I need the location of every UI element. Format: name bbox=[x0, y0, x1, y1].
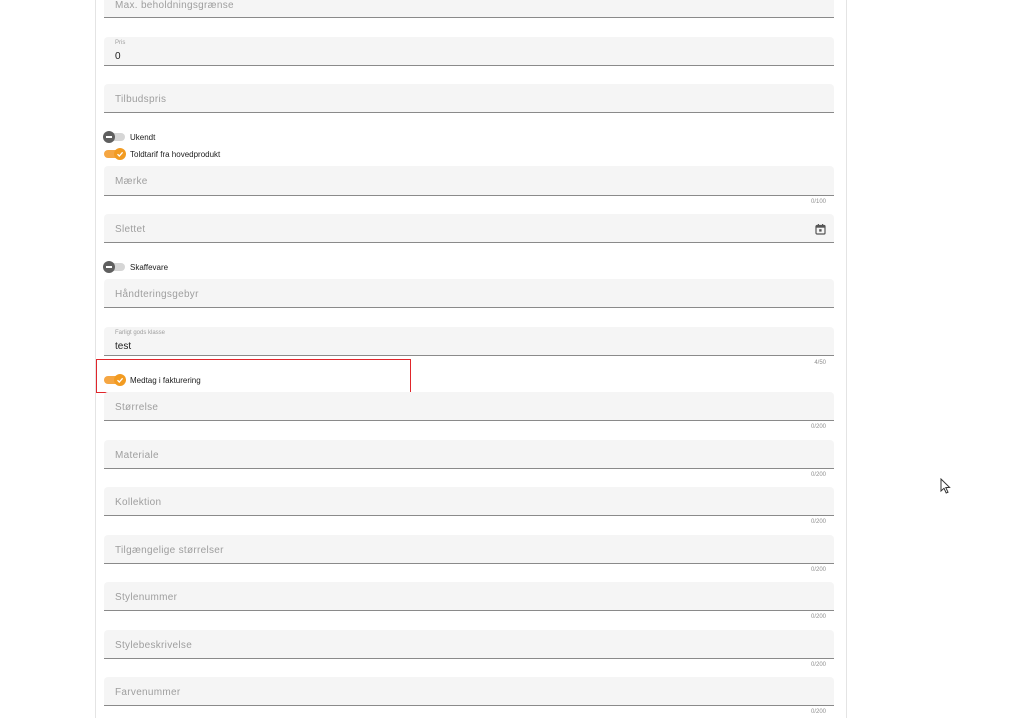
highlight-box bbox=[96, 359, 411, 393]
toggle-off-knob bbox=[103, 131, 115, 143]
deleted-date-field[interactable]: Slettet bbox=[104, 214, 834, 243]
material-counter: 0/200 bbox=[810, 472, 826, 478]
style-number-counter: 0/200 bbox=[810, 614, 826, 620]
size-field[interactable]: Størrelse bbox=[104, 392, 834, 421]
material-field[interactable]: Materiale bbox=[104, 440, 834, 469]
toggle-unknown-label: Ukendt bbox=[130, 132, 156, 142]
brand-placeholder: Mærke bbox=[115, 176, 148, 187]
price-label: Pris bbox=[115, 40, 126, 46]
dangerous-goods-field[interactable]: Farligt gods klasse test bbox=[104, 327, 834, 356]
max-stock-placeholder: Max. beholdningsgrænse bbox=[115, 0, 234, 11]
toggle-unknown[interactable]: Ukendt bbox=[103, 131, 156, 143]
color-number-field[interactable]: Farvenummer bbox=[104, 677, 834, 706]
handling-fee-field[interactable]: Håndteringsgebyr bbox=[104, 279, 834, 308]
check-icon bbox=[114, 148, 126, 160]
brand-field[interactable]: Mærke bbox=[104, 166, 834, 196]
dangerous-goods-value: test bbox=[115, 341, 132, 352]
toggle-unknown-switch[interactable] bbox=[103, 131, 125, 143]
color-number-placeholder: Farvenummer bbox=[115, 687, 181, 698]
collection-counter: 0/200 bbox=[810, 519, 826, 525]
color-number-counter: 0/200 bbox=[810, 709, 826, 715]
collection-placeholder: Kollektion bbox=[115, 497, 162, 508]
toggle-procurement-switch[interactable] bbox=[103, 261, 125, 273]
collection-field[interactable]: Kollektion bbox=[104, 487, 834, 516]
toggle-customs-tariff-switch[interactable] bbox=[104, 148, 126, 160]
style-description-counter: 0/200 bbox=[810, 662, 826, 668]
mouse-pointer-icon bbox=[940, 477, 951, 499]
offer-price-placeholder: Tilbudspris bbox=[115, 94, 167, 105]
style-number-placeholder: Stylenummer bbox=[115, 592, 178, 603]
style-number-field[interactable]: Stylenummer bbox=[104, 582, 834, 611]
deleted-date-placeholder: Slettet bbox=[115, 224, 146, 235]
size-counter: 0/200 bbox=[810, 424, 826, 430]
brand-counter: 0/100 bbox=[810, 199, 826, 205]
toggle-off-knob bbox=[103, 261, 115, 273]
toggle-procurement-label: Skaffevare bbox=[130, 262, 169, 272]
toggle-customs-tariff[interactable]: Toldtarif fra hovedprodukt bbox=[104, 148, 220, 160]
size-placeholder: Størrelse bbox=[115, 402, 159, 413]
calendar-icon[interactable] bbox=[815, 222, 826, 240]
price-field[interactable]: Pris 0 bbox=[104, 37, 834, 66]
material-placeholder: Materiale bbox=[115, 450, 159, 461]
dangerous-goods-label: Farligt gods klasse bbox=[115, 330, 166, 336]
available-sizes-placeholder: Tilgængelige størrelser bbox=[115, 545, 224, 556]
available-sizes-counter: 0/200 bbox=[810, 567, 826, 573]
max-stock-field[interactable]: Max. beholdningsgrænse bbox=[104, 0, 834, 18]
handling-fee-placeholder: Håndteringsgebyr bbox=[115, 289, 199, 300]
price-value: 0 bbox=[115, 51, 121, 62]
toggle-procurement-item[interactable]: Skaffevare bbox=[103, 261, 169, 273]
toggle-customs-tariff-label: Toldtarif fra hovedprodukt bbox=[130, 149, 221, 159]
available-sizes-field[interactable]: Tilgængelige størrelser bbox=[104, 535, 834, 564]
style-description-placeholder: Stylebeskrivelse bbox=[115, 640, 193, 651]
dangerous-goods-counter: 4/50 bbox=[814, 360, 826, 366]
offer-price-field[interactable]: Tilbudspris bbox=[104, 84, 834, 113]
style-description-field[interactable]: Stylebeskrivelse bbox=[104, 630, 834, 659]
